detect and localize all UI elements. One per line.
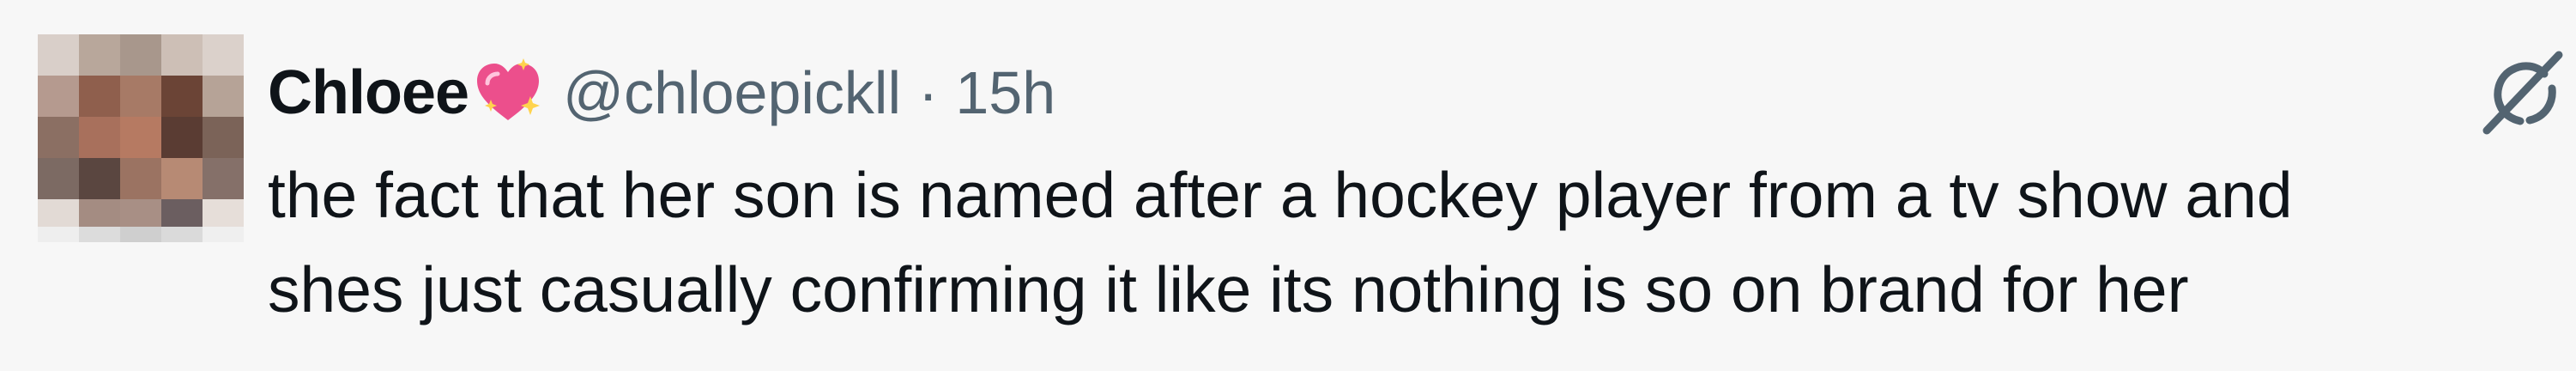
tweet-text-line: shes just casually confirming it like it… bbox=[268, 253, 2189, 325]
avatar-pixel bbox=[161, 34, 203, 76]
timestamp[interactable]: 15h bbox=[955, 58, 1055, 127]
avatar-pixel bbox=[38, 117, 79, 158]
grok-icon[interactable] bbox=[2478, 48, 2564, 137]
avatar-fade-pixel bbox=[203, 227, 244, 242]
avatar-pixel bbox=[203, 34, 244, 76]
tweet-text-line: the fact that her son is named after a h… bbox=[268, 159, 2293, 231]
avatar-fade-pixel bbox=[79, 227, 120, 242]
avatar-pixel bbox=[38, 76, 79, 117]
separator-dot: · bbox=[918, 59, 939, 126]
avatar-fade-pixel bbox=[120, 227, 161, 242]
avatar-pixel bbox=[120, 34, 161, 76]
avatar-pixel bbox=[120, 158, 161, 199]
tweet-text: the fact that her son is named after a h… bbox=[268, 148, 2567, 337]
avatar-pixel bbox=[161, 158, 203, 199]
avatar-pixel bbox=[203, 76, 244, 117]
avatar-pixel bbox=[38, 158, 79, 199]
avatar-pixel bbox=[203, 158, 244, 199]
avatar-pixel bbox=[79, 117, 120, 158]
avatar-fade-pixel bbox=[38, 227, 79, 242]
display-name[interactable]: Chloee bbox=[268, 58, 469, 128]
avatar-pixel bbox=[161, 117, 203, 158]
tweet-header: Chloee @chloepickll · 15h bbox=[268, 50, 1055, 136]
avatar-pixel bbox=[120, 117, 161, 158]
avatar-pixel bbox=[79, 76, 120, 117]
tweet[interactable]: Chloee @chloepickll · 15h the fact that … bbox=[0, 0, 2576, 371]
avatar-pixel bbox=[38, 34, 79, 76]
user-handle[interactable]: @chloepickll bbox=[563, 58, 901, 127]
avatar-pixel bbox=[120, 76, 161, 117]
avatar-pixel bbox=[79, 158, 120, 199]
avatar[interactable] bbox=[38, 34, 244, 240]
avatar-fade-pixel bbox=[161, 227, 203, 242]
avatar-fade bbox=[38, 227, 244, 242]
avatar-pixel bbox=[161, 76, 203, 117]
avatar-pixel bbox=[203, 117, 244, 158]
avatar-pixel bbox=[79, 34, 120, 76]
sparkling-heart-icon bbox=[472, 57, 544, 129]
